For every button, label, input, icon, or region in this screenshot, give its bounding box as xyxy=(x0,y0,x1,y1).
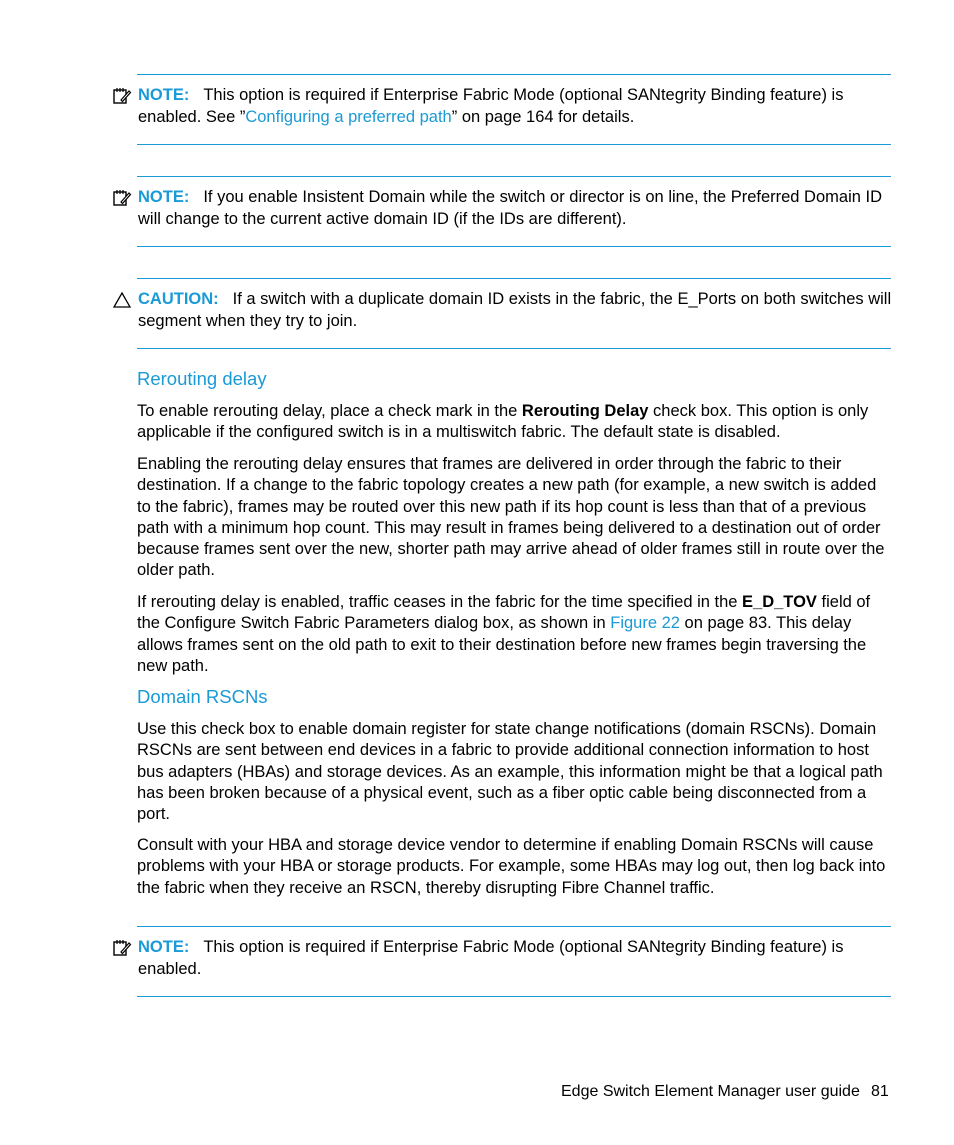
note-callout: NOTE: If you enable Insistent Domain whil… xyxy=(112,186,892,230)
figure-22-link[interactable]: Figure 22 xyxy=(610,614,680,632)
note-icon xyxy=(113,190,132,206)
paragraph: Enabling the rerouting delay ensures tha… xyxy=(137,455,885,580)
note-label: NOTE: xyxy=(138,188,190,206)
document-page: NOTE: This option is required if Enterpri… xyxy=(0,0,954,1145)
paragraph: To enable rerouting delay, place a check… xyxy=(137,402,869,442)
paragraph: If rerouting delay is enabled, traffic c… xyxy=(137,593,871,675)
page-number: 81 xyxy=(871,1083,889,1100)
divider xyxy=(137,926,891,927)
note-label: NOTE: xyxy=(138,86,190,104)
note-icon xyxy=(113,88,132,104)
caution-label: CAUTION: xyxy=(138,290,219,308)
note-callout: NOTE: This option is required if Enterpri… xyxy=(112,936,892,980)
configuring-preferred-path-link[interactable]: Configuring a preferred path xyxy=(245,108,451,126)
section-heading-domain-rscns: Domain RSCNs xyxy=(137,686,268,707)
rerouting-delay-term: Rerouting Delay xyxy=(521,402,649,420)
divider xyxy=(137,176,891,177)
note-callout: NOTE: This option is required if Enterpri… xyxy=(112,84,892,128)
divider xyxy=(137,74,891,75)
caution-triangle-icon xyxy=(112,291,132,308)
caution-callout: CAUTION: If a switch with a duplicate dom… xyxy=(112,288,892,332)
note-icon xyxy=(113,940,132,956)
divider xyxy=(137,348,891,349)
divider xyxy=(137,144,891,145)
footer-guide-title: Edge Switch Element Manager user guide xyxy=(561,1083,860,1100)
section-heading-rerouting-delay: Rerouting delay xyxy=(137,368,267,389)
divider xyxy=(137,996,891,997)
note-label: NOTE: xyxy=(138,938,190,956)
e-d-tov-term: E_D_TOV xyxy=(742,593,817,611)
divider xyxy=(137,278,891,279)
paragraph: Consult with your HBA and storage device… xyxy=(137,836,886,897)
paragraph: Use this check box to enable domain regi… xyxy=(137,720,883,824)
divider xyxy=(137,246,891,247)
